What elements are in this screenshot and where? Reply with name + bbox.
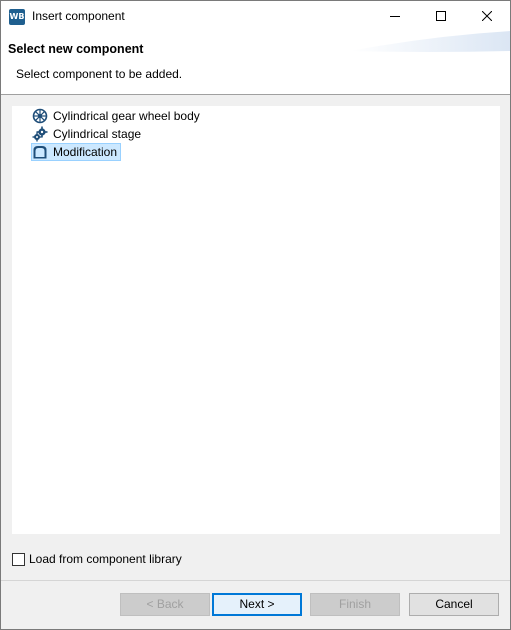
tree-item-modification[interactable]: Modification — [30, 143, 122, 161]
cancel-button[interactable]: Cancel — [409, 593, 499, 616]
minimize-button[interactable] — [372, 1, 418, 31]
title-bar[interactable]: WB Insert component — [1, 1, 510, 31]
next-button[interactable]: Next > — [212, 593, 302, 616]
tree-item-label: Modification — [53, 145, 118, 159]
maximize-button[interactable] — [418, 1, 464, 31]
tree-item-gear-wheel-body[interactable]: Cylindrical gear wheel body — [32, 108, 200, 124]
maximize-icon — [436, 11, 446, 21]
close-button[interactable] — [464, 1, 510, 31]
gear-stage-icon — [32, 126, 48, 142]
wizard-banner: Select new component Select component to… — [1, 31, 510, 94]
finish-button[interactable]: Finish — [310, 593, 400, 616]
page-description: Select component to be added. — [16, 67, 183, 81]
close-icon — [482, 11, 492, 21]
app-icon: WB — [9, 9, 25, 25]
banner-decoration — [350, 31, 510, 52]
tree-item-label: Cylindrical stage — [53, 127, 142, 141]
minimize-icon — [390, 16, 400, 17]
load-from-library-checkbox[interactable] — [12, 552, 25, 566]
page-title: Select new component — [8, 42, 144, 56]
dialog-window: WB Insert component Select new component… — [0, 0, 511, 630]
modification-icon — [33, 146, 47, 159]
load-from-library-label: Load from component library — [29, 552, 182, 566]
tree-item-label: Cylindrical gear wheel body — [53, 109, 200, 123]
component-tree[interactable]: Cylindrical gear wheel body Cylindrical … — [12, 106, 500, 534]
gear-wheel-icon — [32, 108, 48, 124]
window-title: Insert component — [32, 9, 125, 23]
button-bar-separator — [1, 580, 510, 581]
tree-item-cylindrical-stage[interactable]: Cylindrical stage — [32, 126, 141, 142]
back-button[interactable]: < Back — [120, 593, 210, 616]
load-from-library-option[interactable]: Load from component library — [12, 551, 182, 567]
banner-separator — [1, 94, 510, 95]
